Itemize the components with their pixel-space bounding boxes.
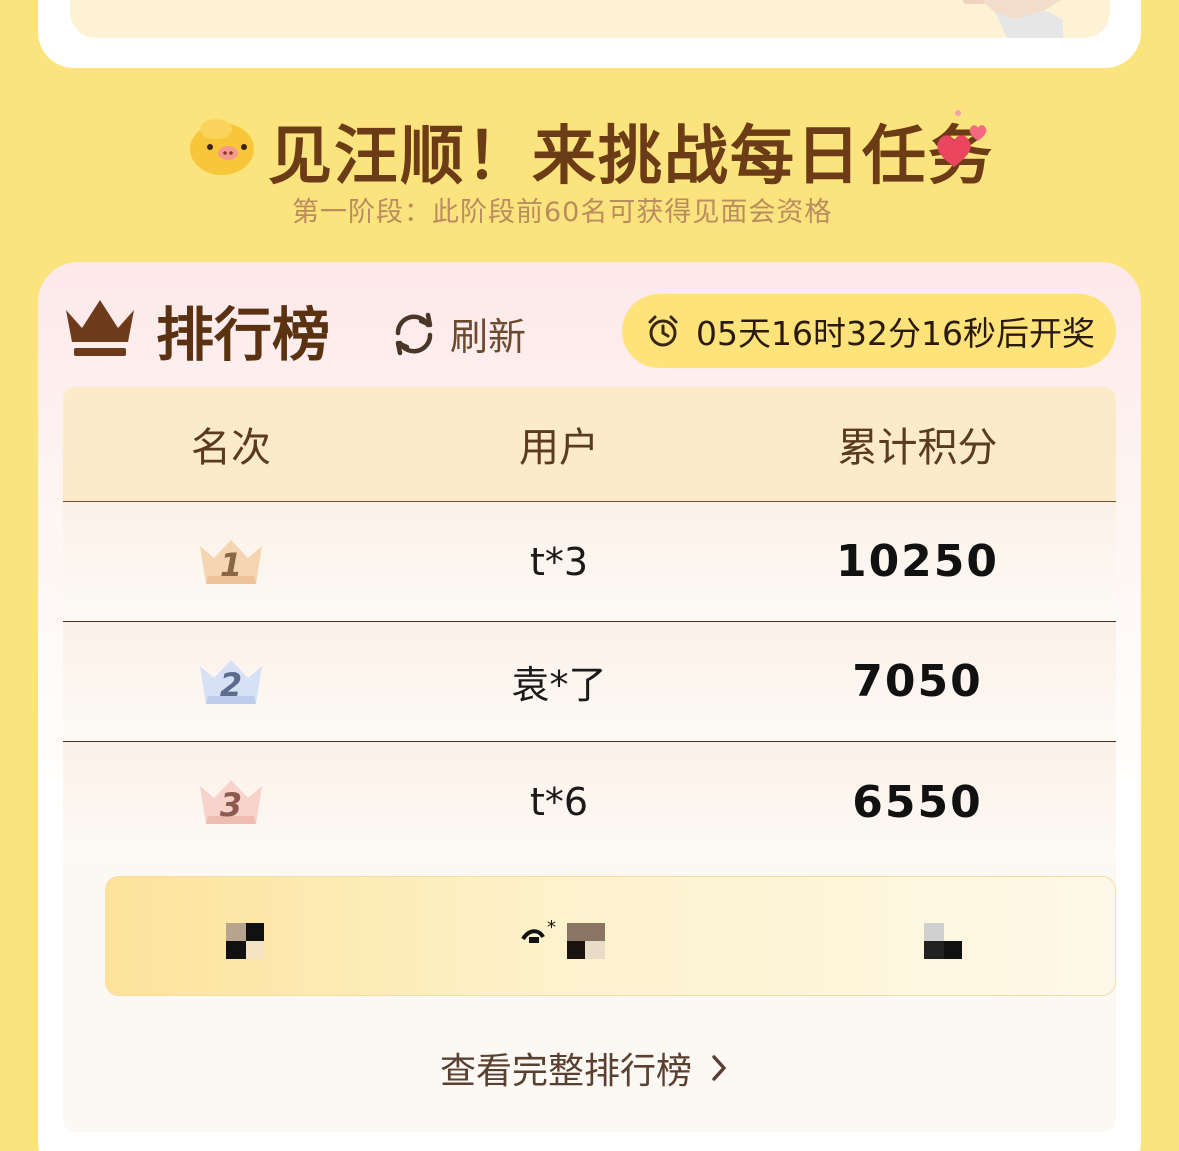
rank-number: 2 [219, 665, 243, 704]
duck-mascot-icon [190, 119, 254, 175]
table-row: 3 t*6 6550 [63, 742, 1116, 862]
top-banner-inner [70, 0, 1110, 38]
user-name: t*6 [529, 780, 589, 824]
leaderboard-title: 排行榜 [156, 301, 331, 369]
crown-icon [66, 300, 134, 356]
hero-section: 见汪顺！来挑战每日任务 第一阶段：此阶段前60名可获得见面会资格 [0, 95, 1179, 235]
column-header-rank: 名次 [191, 425, 271, 471]
redacted-rank [226, 923, 264, 959]
view-full-leaderboard-link[interactable]: 查看完整排行榜 [440, 1042, 734, 1094]
table-row: 2 袁*了 7050 [63, 622, 1116, 742]
user-name: t*3 [529, 539, 589, 584]
hearts-icon [937, 110, 987, 167]
chevron-right-icon [712, 1055, 726, 1081]
athlete-photo-fragment [962, 0, 1063, 38]
user-score: 7050 [852, 656, 983, 707]
user-score: 10250 [835, 536, 1000, 587]
countdown-badge: 05天16时32分16秒后开奖 [622, 294, 1116, 368]
rank-number: 1 [219, 545, 243, 584]
refresh-button[interactable]: 刷新 [390, 306, 526, 361]
rank-badge: 2 [198, 658, 264, 706]
user-name: 袁*了 [511, 663, 607, 707]
rank-badge: 3 [198, 778, 264, 826]
table-row: 1 t*3 10250 [63, 502, 1116, 622]
rank-badge: 1 [198, 538, 264, 586]
view-full-leaderboard-label: 查看完整排行榜 [440, 1051, 693, 1092]
redacted-user: * [521, 917, 605, 959]
redacted-score [924, 923, 962, 959]
alarm-clock-icon [648, 315, 678, 347]
rank-number: 3 [219, 786, 243, 824]
leaderboard-table: 名次 用户 累计积分 1 t*3 10250 2 袁*了 7050 3 t*6 … [63, 387, 1116, 1132]
hero-subtitle: 第一阶段：此阶段前60名可获得见面会资格 [292, 197, 833, 228]
my-rank-row: * [105, 876, 1116, 996]
hero-title: 见汪顺！来挑战每日任务 [268, 120, 994, 194]
table-header: 名次 用户 累计积分 [63, 387, 1116, 502]
svg-text:*: * [547, 917, 556, 938]
countdown-text: 05天16时32分16秒后开奖 [696, 314, 1095, 353]
refresh-label: 刷新 [450, 315, 527, 359]
user-score: 6550 [852, 776, 983, 828]
column-header-user: 用户 [519, 425, 599, 471]
refresh-icon [395, 312, 433, 355]
column-header-score: 累计积分 [837, 425, 998, 471]
